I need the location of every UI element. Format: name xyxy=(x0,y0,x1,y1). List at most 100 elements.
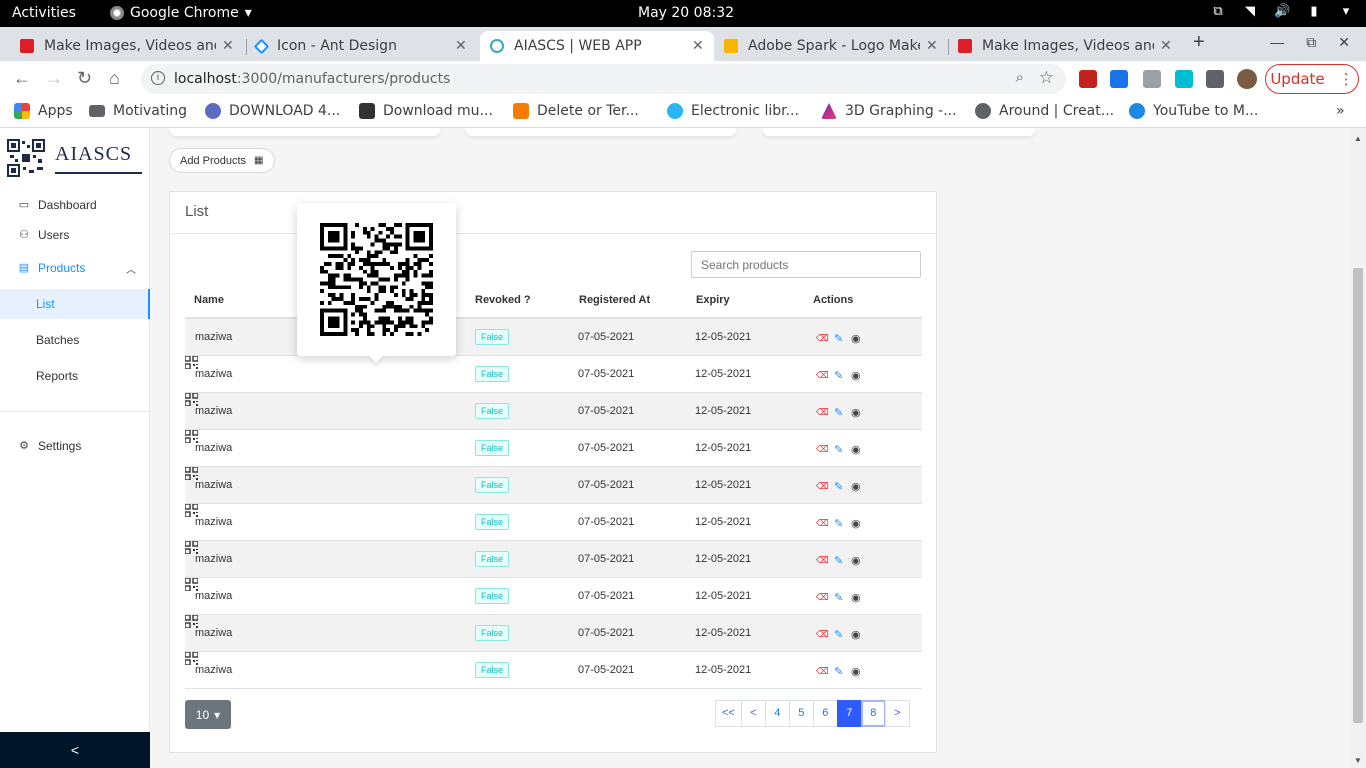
close-icon[interactable]: ✕ xyxy=(926,38,938,54)
edit-icon[interactable]: ✎ xyxy=(834,369,843,382)
edit-icon[interactable]: ✎ xyxy=(834,628,843,641)
bookmark-apps[interactable]: Apps xyxy=(14,103,73,119)
eye-icon[interactable]: ◉ xyxy=(851,369,861,382)
tab-make-images-2[interactable]: Make Images, Videos and ✕ xyxy=(948,31,1182,61)
tab-adobe-spark-logo[interactable]: Adobe Spark - Logo Make ✕ xyxy=(714,31,948,61)
delete-icon[interactable]: ⌫ xyxy=(816,481,829,492)
eye-icon[interactable]: ◉ xyxy=(851,406,861,419)
sidebar-item-users[interactable]: ⚇ Users xyxy=(0,220,150,250)
bookmark-electronic-libr[interactable]: Electronic libr... xyxy=(667,103,799,119)
reload-icon[interactable]: ↻ xyxy=(77,68,92,89)
tab-aiascs[interactable]: AIASCS | WEB APP ✕ xyxy=(480,31,714,61)
info-icon[interactable]: i xyxy=(151,71,165,85)
edit-icon[interactable]: ✎ xyxy=(834,591,843,604)
eye-icon[interactable]: ◉ xyxy=(851,443,861,456)
extension-icon[interactable] xyxy=(1143,70,1161,88)
battery-icon[interactable]: ▮ xyxy=(1306,4,1322,20)
delete-icon[interactable]: ⌫ xyxy=(816,629,829,640)
bookmark-download-mu[interactable]: Download mu... xyxy=(359,103,493,119)
edit-icon[interactable]: ✎ xyxy=(834,665,843,678)
close-icon[interactable]: ✕ xyxy=(222,38,234,54)
update-button[interactable]: Update ⋮ xyxy=(1265,64,1359,94)
page-scrollbar[interactable]: ▲ ▼ xyxy=(1350,128,1366,768)
eye-icon[interactable]: ◉ xyxy=(851,665,861,678)
add-products-button[interactable]: Add Products ▦ xyxy=(169,148,275,173)
edit-icon[interactable]: ✎ xyxy=(834,480,843,493)
extension-icon[interactable] xyxy=(1110,70,1128,88)
tab-make-images-1[interactable]: Make Images, Videos and ✕ xyxy=(10,31,246,61)
bookmark-3d-graphing[interactable]: 3D Graphing -... xyxy=(821,103,957,119)
bookmark-motivating[interactable]: Motivating xyxy=(89,103,187,119)
edit-icon[interactable]: ✎ xyxy=(834,554,843,567)
close-icon[interactable]: ✕ xyxy=(692,38,704,54)
bookmarks-overflow-icon[interactable]: » xyxy=(1336,103,1345,119)
page-size-select[interactable]: 10 ▾ xyxy=(185,700,231,729)
address-bar[interactable]: i localhost:3000/manufacturers/products … xyxy=(141,64,1066,94)
edit-icon[interactable]: ✎ xyxy=(834,332,843,345)
puzzle-icon[interactable] xyxy=(1206,70,1224,88)
scroll-up-icon[interactable]: ▲ xyxy=(1354,134,1362,143)
delete-icon[interactable]: ⌫ xyxy=(816,407,829,418)
sidebar-collapse-button[interactable]: < xyxy=(0,732,150,768)
sidebar-item-list[interactable]: List xyxy=(0,289,150,319)
bookmark-around[interactable]: Around | Creat... xyxy=(975,103,1114,119)
back-icon[interactable]: ← xyxy=(13,68,31,89)
search-input[interactable] xyxy=(691,251,921,278)
sidebar-item-reports[interactable]: Reports xyxy=(0,361,150,391)
url-text[interactable]: localhost:3000/manufacturers/products xyxy=(174,71,450,87)
page-link[interactable]: 4 xyxy=(764,700,790,727)
eye-icon[interactable]: ◉ xyxy=(851,480,861,493)
page-link[interactable]: > xyxy=(884,700,910,727)
eye-icon[interactable]: ◉ xyxy=(851,628,861,641)
page-link[interactable]: 7 xyxy=(836,700,862,727)
home-icon[interactable]: ⌂ xyxy=(109,68,120,89)
delete-icon[interactable]: ⌫ xyxy=(816,444,829,455)
edit-icon[interactable]: ✎ xyxy=(834,517,843,530)
restore-icon[interactable]: ⧉ xyxy=(1306,34,1316,51)
sidebar-item-products[interactable]: ▤ Products ︿ xyxy=(0,253,150,283)
clock[interactable]: May 20 08:32 xyxy=(638,5,734,21)
delete-icon[interactable]: ⌫ xyxy=(816,333,829,344)
delete-icon[interactable]: ⌫ xyxy=(816,518,829,529)
wifi-icon[interactable]: ◥ xyxy=(1242,4,1258,20)
close-icon[interactable]: ✕ xyxy=(1160,38,1172,54)
eye-icon[interactable]: ◉ xyxy=(851,517,861,530)
bookmark-download-4[interactable]: DOWNLOAD 4... xyxy=(205,103,340,119)
activities-button[interactable]: Activities xyxy=(12,5,76,21)
extension-icon[interactable] xyxy=(1079,70,1097,88)
extension-icon[interactable] xyxy=(1175,70,1193,88)
page-link[interactable]: 8 xyxy=(860,700,886,727)
bookmark-youtube-to-m[interactable]: YouTube to M... xyxy=(1129,103,1258,119)
volume-icon[interactable]: 🔊 xyxy=(1274,4,1290,20)
scrollbar-thumb[interactable] xyxy=(1353,268,1363,723)
eye-icon[interactable]: ◉ xyxy=(851,554,861,567)
page-link[interactable]: 6 xyxy=(812,700,838,727)
screen-share-icon[interactable]: ⧉ xyxy=(1210,4,1226,20)
page-link[interactable]: 5 xyxy=(788,700,814,727)
delete-icon[interactable]: ⌫ xyxy=(816,592,829,603)
bookmark-star-icon[interactable]: ☆ xyxy=(1039,68,1054,88)
new-tab-button[interactable]: + xyxy=(1193,31,1205,54)
app-menu[interactable]: Google Chrome ▾ xyxy=(110,5,252,21)
minimize-icon[interactable]: — xyxy=(1270,34,1284,51)
bookmark-delete-or-ter[interactable]: Delete or Ter... xyxy=(513,103,639,119)
sidebar-item-settings[interactable]: ⚙ Settings xyxy=(0,431,150,461)
zoom-icon[interactable]: ⌕ xyxy=(1016,69,1024,86)
chevron-down-icon[interactable]: ▾ xyxy=(1338,4,1354,20)
page-link[interactable]: << xyxy=(715,700,742,727)
sidebar-item-batches[interactable]: Batches xyxy=(0,325,150,355)
close-window-icon[interactable]: ✕ xyxy=(1338,34,1350,51)
delete-icon[interactable]: ⌫ xyxy=(816,370,829,381)
sidebar-item-dashboard[interactable]: ▭ Dashboard xyxy=(0,190,150,220)
page-link[interactable]: < xyxy=(740,700,766,727)
avatar[interactable] xyxy=(1237,69,1257,89)
scroll-down-icon[interactable]: ▼ xyxy=(1354,756,1362,765)
forward-icon[interactable]: → xyxy=(45,68,63,89)
brand-logo[interactable]: AIASCS xyxy=(7,139,143,177)
eye-icon[interactable]: ◉ xyxy=(851,332,861,345)
edit-icon[interactable]: ✎ xyxy=(834,406,843,419)
eye-icon[interactable]: ◉ xyxy=(851,591,861,604)
delete-icon[interactable]: ⌫ xyxy=(816,555,829,566)
tab-ant-design[interactable]: Icon - Ant Design ✕ xyxy=(246,31,480,61)
edit-icon[interactable]: ✎ xyxy=(834,443,843,456)
